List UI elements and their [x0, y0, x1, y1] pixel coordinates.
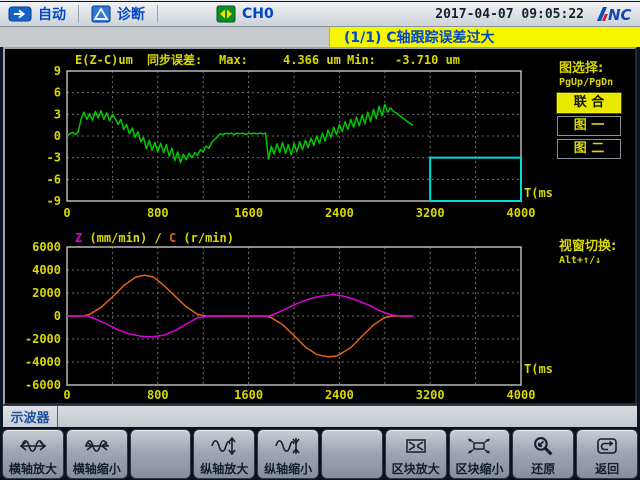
v-axis-zoom-in-button[interactable]: 纵轴放大: [193, 429, 255, 479]
svg-text:4000: 4000: [32, 263, 61, 277]
svg-text:T(ms): T(ms): [524, 362, 555, 376]
diagnosis-triangle-icon: [91, 5, 111, 23]
svg-text:-3.710 um: -3.710 um: [395, 53, 460, 67]
diagnosis-label: 诊断: [117, 4, 145, 24]
svg-text:9: 9: [54, 64, 61, 78]
window-switch-title: 视窗切换:: [559, 235, 633, 254]
window-switch-block: 视窗切换: Alt+↑/↓: [557, 235, 633, 266]
svg-text:4000: 4000: [507, 206, 536, 220]
empty-button[interactable]: [130, 429, 192, 479]
svg-text:0: 0: [63, 388, 70, 402]
svg-text:0: 0: [63, 206, 70, 220]
channel-label: CH0: [242, 6, 274, 22]
chart-select-title: 图选择:: [559, 57, 633, 76]
button-label: 区块放大: [392, 462, 440, 476]
svg-text:-4000: -4000: [25, 355, 61, 369]
mode-indicator[interactable]: 自动: [8, 4, 66, 24]
svg-text:-9: -9: [47, 194, 61, 208]
right-panel: 图选择: PgUp/PgDn 联 合图 一图 二 视窗切换: Alt+↑/↓: [557, 55, 633, 266]
svg-text:2400: 2400: [325, 206, 354, 220]
svg-text:800: 800: [147, 206, 169, 220]
window-switch-keys: Alt+↑/↓: [559, 255, 633, 266]
svg-text:1600: 1600: [234, 206, 263, 220]
svg-text:-3: -3: [47, 151, 61, 165]
channel-indicator[interactable]: CH0: [216, 5, 274, 23]
svg-text:6000: 6000: [32, 240, 61, 254]
svg-text:3: 3: [54, 107, 61, 121]
block-zoom-out-button[interactable]: 区块缩小: [449, 429, 511, 479]
svg-text:Z (mm/min) / C (r/min): Z (mm/min) / C (r/min): [75, 231, 234, 245]
oscilloscope-screen: 自动 诊断 CH0 2017-04-07 09:05:22 NC: [0, 0, 640, 480]
hnc-logo: NC: [594, 4, 634, 24]
button-label: 区块缩小: [455, 462, 503, 476]
sync-error-trace: [67, 104, 413, 162]
svg-text:-6: -6: [47, 172, 61, 186]
svg-text:-2000: -2000: [25, 332, 61, 346]
h-axis-zoom-in-button[interactable]: 横轴放大: [2, 429, 64, 479]
svg-text:同步误差:: 同步误差:: [147, 52, 202, 67]
svg-text:0: 0: [54, 129, 61, 143]
svg-text:-6000: -6000: [25, 378, 61, 392]
button-label: 横轴缩小: [73, 462, 121, 476]
plot-area: -9 -6 -3 0 3 6 9 0 800 1600 2400 3200 4000 T(ms) E(Z-C…: [3, 47, 637, 405]
restore-button[interactable]: 还原: [512, 429, 574, 479]
function-key-toolbar: 横轴放大 横轴缩小 纵轴放大: [0, 427, 640, 480]
svg-text:800: 800: [147, 388, 169, 402]
svg-text:6: 6: [54, 86, 61, 100]
v-axis-zoom-out-icon: [274, 430, 302, 462]
mode-label: 自动: [38, 4, 66, 24]
svg-text:2000: 2000: [32, 286, 61, 300]
svg-text:4.366 um: 4.366 um: [283, 53, 341, 67]
alert-message-area: (1/1) C轴跟踪误差过大: [330, 27, 640, 47]
svg-text:2400: 2400: [325, 388, 354, 402]
v-axis-zoom-out-button[interactable]: 纵轴缩小: [257, 429, 319, 479]
bottom-tab-row: 示波器: [3, 405, 637, 427]
separator: [157, 5, 158, 23]
button-label: 返回: [595, 462, 619, 476]
topbar-right: 2017-04-07 09:05:22 NC: [435, 4, 640, 24]
restore-magnifier-icon: [531, 430, 555, 462]
svg-text:NC: NC: [608, 6, 632, 24]
v-axis-zoom-in-icon: [210, 430, 238, 462]
channel-diamond-icon: [216, 5, 236, 23]
diagnosis-indicator[interactable]: 诊断: [91, 4, 145, 24]
svg-text:3200: 3200: [416, 206, 445, 220]
svg-text:0: 0: [54, 309, 61, 323]
svg-text:Min:: Min:: [347, 53, 376, 67]
block-zoom-in-button[interactable]: 区块放大: [385, 429, 447, 479]
h-axis-zoom-in-icon: [19, 430, 47, 462]
separator: [78, 5, 79, 23]
svg-text:1600: 1600: [234, 388, 263, 402]
button-label: 纵轴放大: [200, 462, 248, 476]
svg-text:E(Z-C)um: E(Z-C)um: [75, 53, 133, 67]
speed-chart: -6000 -4000 -2000 0 2000 4000 6000 0 800 1600 2400…: [7, 229, 555, 403]
svg-text:4000: 4000: [507, 388, 536, 402]
top-status-bar: 自动 诊断 CH0 2017-04-07 09:05:22 NC: [0, 2, 640, 27]
button-label: 横轴放大: [9, 462, 57, 476]
tab-oscilloscope[interactable]: 示波器: [3, 406, 58, 427]
button-label: 纵轴缩小: [264, 462, 312, 476]
chart-select-keys: PgUp/PgDn: [559, 77, 633, 88]
alert-message: (1/1) C轴跟踪误差过大: [330, 27, 495, 47]
svg-text:Max:: Max:: [219, 53, 248, 67]
h-axis-zoom-out-icon: [83, 430, 111, 462]
block-zoom-in-icon: [402, 430, 430, 462]
svg-text:T(ms): T(ms): [524, 186, 555, 200]
return-icon: [594, 430, 620, 462]
return-button[interactable]: 返回: [576, 429, 638, 479]
chart-select-option-0[interactable]: 联 合: [557, 93, 621, 113]
empty-button[interactable]: [321, 429, 383, 479]
chart-select-options: 联 合图 一图 二: [557, 93, 633, 159]
auto-mode-icon: [8, 5, 32, 23]
h-axis-zoom-out-button[interactable]: 横轴缩小: [66, 429, 128, 479]
svg-text:3200: 3200: [416, 388, 445, 402]
alert-bar-left: [0, 27, 330, 47]
button-label: 还原: [531, 462, 555, 476]
datetime: 2017-04-07 09:05:22: [435, 7, 584, 22]
sync-error-chart: -9 -6 -3 0 3 6 9 0 800 1600 2400 3200 4000 T(ms) E(Z-C…: [7, 51, 555, 227]
block-zoom-out-icon: [465, 430, 493, 462]
chart-select-option-2[interactable]: 图 二: [557, 139, 621, 159]
alert-bar: (1/1) C轴跟踪误差过大: [0, 27, 640, 47]
chart-select-option-1[interactable]: 图 一: [557, 116, 621, 136]
